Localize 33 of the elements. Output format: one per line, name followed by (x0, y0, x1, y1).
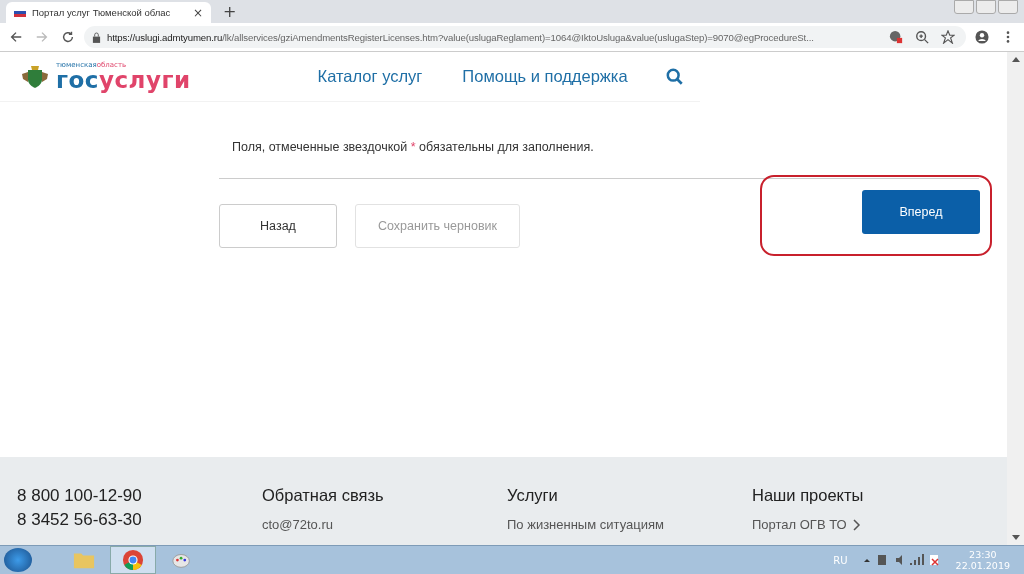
nav-link[interactable]: Помощь и поддержка (462, 67, 628, 86)
account-icon[interactable] (975, 30, 989, 44)
new-tab-button[interactable]: + (223, 2, 237, 21)
address-bar[interactable]: https://uslugi.admtyumen.ru/lk/allservices/gziAmendmentsRegisterLicenses.htm?value(uslugaReglament)=1064@IktoUsluga&value(uslugaStep)=9070@egProcedureSt... (84, 26, 966, 48)
browser-icon[interactable] (110, 546, 156, 574)
star-icon[interactable] (941, 30, 955, 44)
lock-icon (92, 31, 101, 43)
zoom-icon[interactable] (915, 30, 929, 44)
search-icon[interactable] (665, 67, 684, 86)
back-icon[interactable] (9, 30, 23, 44)
footer-heading: Услуги (507, 486, 559, 505)
nav-link[interactable]: Каталог услуг (317, 67, 423, 86)
next-button[interactable]: Вперед (862, 190, 980, 234)
phone-number: 8 3452 56-63-30 (17, 509, 143, 531)
chevron-icon (852, 518, 861, 531)
footer-heading: Обратная связь (262, 486, 385, 505)
scroll-down-icon[interactable] (1011, 535, 1020, 541)
start-button[interactable] (4, 548, 32, 572)
tab-title: Портал услуг Тюменской облас (32, 7, 172, 18)
url-text: https://uslugi.admtyumen.ru/lk/allservices/gziAmendmentsRegisterLicenses.htm?value(uslugaReglament)=1064@IktoUsluga&value(uslugaStep)=9070@egProcedureSt... (107, 31, 815, 43)
footer-heading: Наши проекты (752, 486, 865, 505)
reload-icon[interactable] (61, 30, 75, 44)
footer-link[interactable]: cto@72to.ru (262, 517, 333, 532)
form-button[interactable]: Назад (219, 203, 337, 248)
coat-of-arms-icon (20, 63, 50, 90)
footer-link[interactable]: По жизненным ситуациям (507, 517, 664, 532)
required-fields-note: Поля, отмеченные звездочкой * обязательны для заполнения. (232, 140, 595, 154)
browser-tab[interactable]: Портал услуг Тюменской облас × (6, 2, 211, 23)
close-tab-button[interactable]: × (192, 5, 203, 20)
phone-number: 8 800 100-12-90 (17, 485, 143, 507)
footer-link[interactable]: Портал ОГВ ТО (752, 517, 847, 532)
flag-icon (14, 8, 26, 17)
scroll-up-icon[interactable] (1011, 56, 1020, 62)
